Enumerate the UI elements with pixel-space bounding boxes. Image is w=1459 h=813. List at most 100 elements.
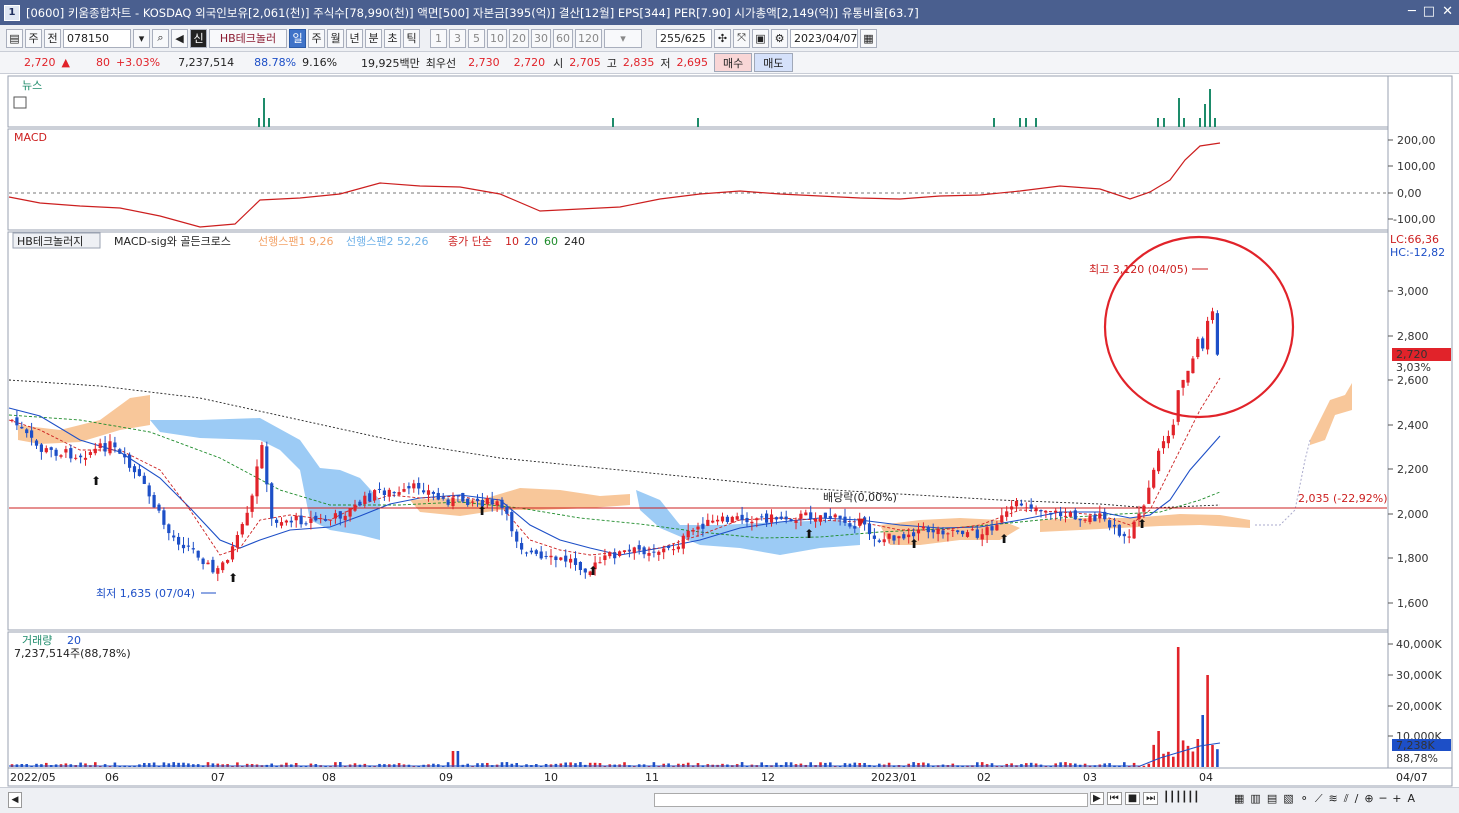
interval-1[interactable]: 1 [430,28,447,48]
play-icon[interactable]: ▶ [1090,792,1104,805]
rewind-icon[interactable]: ⏮ [1106,792,1122,805]
zoom-out-icon[interactable]: ─ [1380,792,1387,806]
interval-custom[interactable]: ▾ [604,28,642,48]
candle-body [397,492,401,495]
tools-icon[interactable]: ⤧ [733,28,750,48]
interval-30[interactable]: 30 [531,28,551,48]
candle-body [990,526,994,531]
price-change-pct: +3.03% [115,56,161,69]
period-day[interactable]: 일 [289,28,306,48]
close-button[interactable]: ✕ [1442,4,1453,19]
dividend-annotation: 배당락(0,00%) [823,491,897,504]
period-week[interactable]: 주 [308,28,325,48]
minimize-button[interactable]: ─ [1408,4,1416,19]
ma20-label: 20 [524,235,538,248]
period-month[interactable]: 월 [327,28,344,48]
candle-body [691,529,695,532]
interval-3[interactable]: 3 [449,28,466,48]
volume-bar [662,763,665,767]
draw-icon[interactable]: ⟋ [1315,792,1323,806]
line-icon[interactable]: ∕ [1355,792,1359,806]
volume-bar [721,763,724,767]
candle-body [755,518,759,521]
auto-scale-icon[interactable]: A [1407,792,1415,806]
candle-body [622,550,627,552]
candle-body [867,523,872,535]
volume-tick: 30,000K [1396,669,1442,682]
period-minute[interactable]: 분 [365,28,382,48]
trend-icon[interactable]: ⫽ [1344,792,1349,806]
speed-slider[interactable]: ┃┃┃┃┃┃ [1161,792,1221,805]
interval-120[interactable]: 120 [575,28,602,48]
up-arrow-icon: ⬆ [804,527,814,541]
speaker-icon[interactable]: ◀ [171,28,188,48]
candle-body [970,529,974,531]
candle-body [1024,507,1028,509]
volume-bar [544,763,548,767]
sell-button[interactable]: 매도 [754,53,793,72]
dropdown-icon[interactable]: ▾ [133,28,150,48]
best-label: 최우선 [425,56,457,70]
candle-body [916,529,921,534]
candle-body [103,443,107,452]
candle-body [706,519,710,526]
settings-icon[interactable]: ⚙ [771,28,788,48]
layout3-icon[interactable]: ▤ [1267,792,1277,806]
ma-label: 종가 단순 [448,235,492,248]
interval-20[interactable]: 20 [509,28,529,48]
candle-body [265,446,269,485]
candle-body [196,550,200,558]
save-icon[interactable]: ▣ [752,28,769,48]
candle-body [1000,515,1004,523]
candle-body [451,497,455,507]
fib-icon[interactable]: ≋ [1329,792,1338,806]
layout2-icon[interactable]: ▥ [1250,792,1260,806]
candle-body [529,550,533,553]
candle-body [44,448,48,453]
mode-select[interactable]: 주 [25,28,42,48]
volume-bar [456,751,460,767]
candle-body [211,559,215,573]
interval-60[interactable]: 60 [553,28,573,48]
date-input[interactable]: 2023/04/07 [790,28,858,48]
date-tick-right: 04/07 [1396,771,1428,784]
candle-body [573,558,578,565]
period-second[interactable]: 초 [384,28,401,48]
fast-forward-icon[interactable]: ⏭ [1143,792,1159,805]
candle-body [618,551,622,556]
candle-body [1098,513,1102,519]
zoom-in-icon[interactable]: + [1392,792,1401,806]
candle-body [696,526,700,530]
layout4-icon[interactable]: ▧ [1283,792,1293,806]
scrollbar-track[interactable] [654,793,1088,807]
candle-body [1044,511,1048,513]
interval-10[interactable]: 10 [487,28,507,48]
layout-icon[interactable]: ▦ [1234,792,1244,806]
candle-body [206,562,210,565]
layout-icon[interactable]: ▤ [6,28,23,48]
candle-body [123,453,127,458]
interval-5[interactable]: 5 [468,28,485,48]
zoom-fit-icon[interactable]: ⊕ [1364,792,1373,806]
candle-body [1127,536,1131,538]
candle-body [10,419,14,421]
search-icon[interactable]: ⌕ [152,28,169,48]
calendar-icon[interactable]: ▦ [860,28,877,48]
candle-body [750,521,754,524]
scroll-left-icon[interactable]: ◀ [8,792,22,808]
stop-icon[interactable]: ■ [1124,792,1141,805]
chart-type-icon[interactable]: ⚬ [1300,792,1309,806]
maximize-button[interactable]: □ [1423,4,1435,19]
candle-body [1201,338,1205,349]
count-display[interactable]: 255/625 [656,28,712,48]
crosshair-icon[interactable]: ✣ [714,28,731,48]
price-tick: 2,000 [1397,508,1429,521]
up-arrow-icon: ⬆ [91,474,101,488]
period-tick[interactable]: 틱 [403,28,420,48]
chart-area[interactable]: 뉴스 MACD HB테크놀러지 MACD-sig와 골든크로스 선행스팬1 9,… [0,74,1459,787]
range-select[interactable]: 전 [44,28,61,48]
stock-code-input[interactable]: 078150 [63,28,131,48]
buy-button[interactable]: 매수 [714,53,753,72]
period-year[interactable]: 년 [346,28,363,48]
candle-body [147,485,151,497]
